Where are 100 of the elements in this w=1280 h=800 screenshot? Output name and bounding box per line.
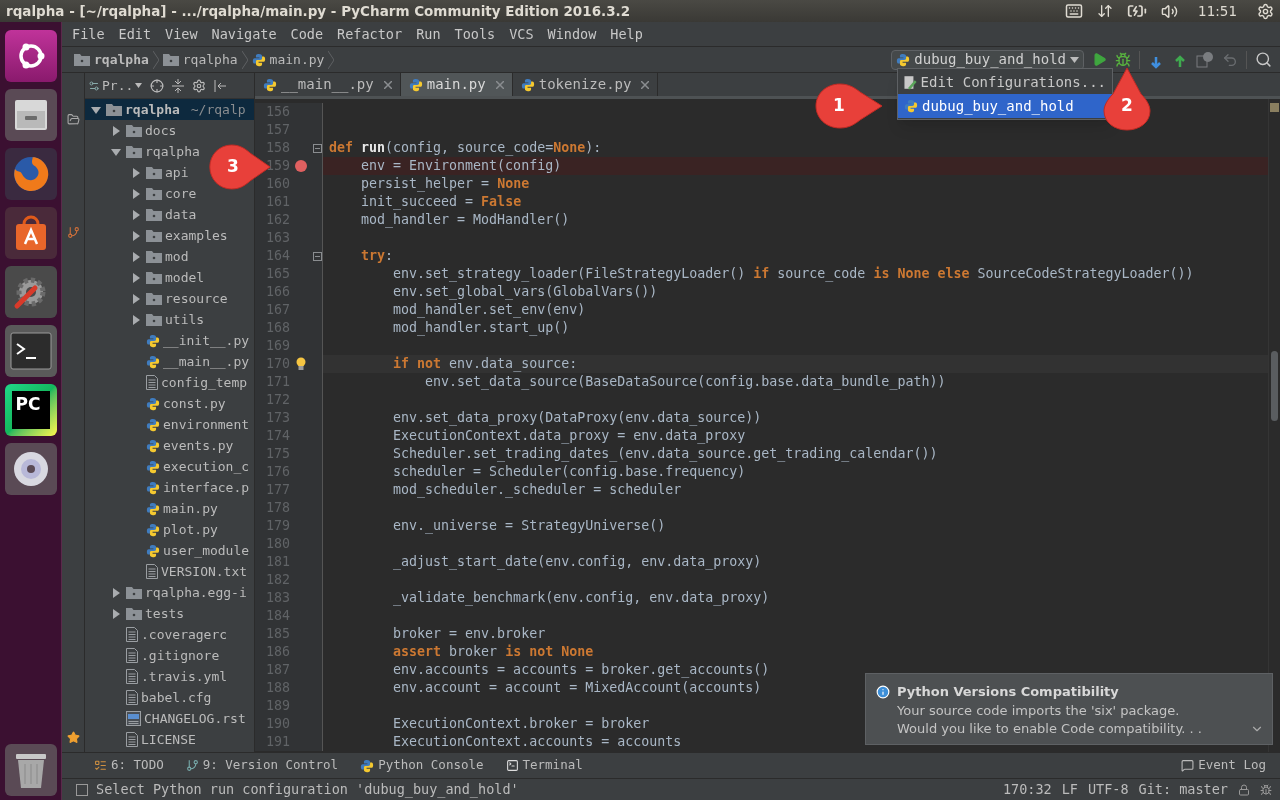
breadcrumb[interactable]: main.py <box>251 49 329 70</box>
expanded-arrow-icon[interactable] <box>91 104 101 115</box>
breadcrumb[interactable]: rqalpha <box>74 49 153 70</box>
editor-tab[interactable]: tokenize.py <box>512 73 659 96</box>
caret-position[interactable]: 170:32 <box>1002 779 1052 800</box>
tree-item[interactable]: tests <box>85 603 254 624</box>
menu-item[interactable]: Navigate <box>211 23 277 45</box>
breadcrumb[interactable]: rqalpha <box>162 49 242 70</box>
collapsed-arrow-icon[interactable] <box>131 293 141 304</box>
tree-item[interactable]: events.py <box>85 435 254 456</box>
tree-item[interactable]: execution_c <box>85 456 254 477</box>
tree-item[interactable]: examples <box>85 225 254 246</box>
app-tile[interactable]: PC <box>4 384 57 436</box>
tree-item[interactable]: CHANGELOG.rst <box>85 708 254 729</box>
tree-item[interactable]: docs <box>85 120 254 141</box>
drawer-icon[interactable] <box>4 89 57 141</box>
tree-item[interactable]: core <box>85 183 254 204</box>
tree-item[interactable]: babel.cfg <box>85 687 254 708</box>
run-icon[interactable] <box>1092 52 1107 67</box>
tree-item[interactable]: plot.py <box>85 519 254 540</box>
search-icon[interactable] <box>1255 51 1272 68</box>
tool-window-button[interactable]: 9: Version Control <box>185 756 339 775</box>
line-separator[interactable]: LF <box>1061 779 1078 800</box>
tool-window-button[interactable]: 6: TODO <box>94 756 164 775</box>
tree-item[interactable]: interface.p <box>85 477 254 498</box>
collapsed-arrow-icon[interactable] <box>131 209 141 220</box>
folder-icon[interactable] <box>66 113 80 126</box>
keyboard-icon[interactable] <box>1065 2 1084 20</box>
tree-item[interactable]: rqalpha ~/rqalp <box>85 99 254 120</box>
editor-tab[interactable]: main.py <box>400 73 513 96</box>
menu-item[interactable]: Code <box>290 23 324 45</box>
editor-tab[interactable]: __main__.py <box>255 73 401 96</box>
tree-item[interactable]: environment <box>85 414 254 435</box>
menu-item[interactable]: Help <box>610 23 643 45</box>
event-log-button[interactable]: Event Log <box>1181 756 1266 775</box>
collapsed-arrow-icon[interactable] <box>131 167 141 178</box>
close-icon[interactable] <box>641 80 650 89</box>
collapse-icon[interactable] <box>172 78 185 93</box>
lightbulb-icon[interactable] <box>296 357 306 371</box>
tree-item[interactable]: .gitignore <box>85 645 254 666</box>
menu-item[interactable]: File <box>72 23 105 45</box>
tree-item[interactable]: mod <box>85 246 254 267</box>
collapsed-arrow-icon[interactable] <box>131 272 141 283</box>
tool-window-button[interactable]: Terminal <box>505 756 583 775</box>
tree-item[interactable]: const.py <box>85 393 254 414</box>
expanded-arrow-icon[interactable] <box>111 146 121 157</box>
menu-item[interactable]: Tools <box>454 23 496 45</box>
tree-item[interactable]: data <box>85 204 254 225</box>
collapsed-arrow-icon[interactable] <box>131 314 141 325</box>
terminal-icon[interactable] <box>4 325 57 377</box>
collapsed-arrow-icon[interactable] <box>111 587 121 598</box>
collapsed-arrow-icon[interactable] <box>131 188 141 199</box>
collapsed-arrow-icon[interactable] <box>131 230 141 241</box>
menu-item[interactable]: Edit <box>118 23 152 45</box>
circle-logo-icon[interactable] <box>4 30 57 82</box>
trash-icon[interactable] <box>4 744 57 796</box>
tree-item[interactable]: VERSION.txt <box>85 561 254 582</box>
tree-item[interactable]: config_temp <box>85 372 254 393</box>
tree-item[interactable]: utils <box>85 309 254 330</box>
tool-window-button[interactable]: Python Console <box>360 756 484 775</box>
tree-item[interactable]: user_module <box>85 540 254 561</box>
menu-item[interactable]: dubug_buy_and_hold <box>898 94 1112 118</box>
breakpoint-icon[interactable] <box>295 160 307 172</box>
locate-icon[interactable] <box>150 78 165 93</box>
collapsed-arrow-icon[interactable] <box>131 251 141 262</box>
power-gear-icon[interactable] <box>1257 2 1274 20</box>
menu-item[interactable]: Refactor <box>337 23 403 45</box>
globe-icon[interactable] <box>4 148 57 200</box>
tree-item[interactable]: .coveragerc <box>85 624 254 645</box>
tree-item[interactable]: main.py <box>85 498 254 519</box>
network-arrows-icon[interactable] <box>1097 3 1114 19</box>
menu-item[interactable]: VCS <box>509 23 534 45</box>
close-icon[interactable] <box>383 80 392 89</box>
menu-item[interactable]: View <box>165 23 198 45</box>
fold-marker-icon[interactable] <box>312 143 322 153</box>
star-icon[interactable] <box>66 731 80 744</box>
clock[interactable]: 11:51 <box>1198 0 1237 22</box>
file-encoding[interactable]: UTF-8 <box>1087 779 1129 800</box>
tree-item[interactable]: resource <box>85 288 254 309</box>
shopping-bag-icon[interactable] <box>4 207 57 259</box>
run-configuration-dropdown[interactable]: dubug_buy_and_hold <box>891 49 1084 70</box>
scrollbar-thumb[interactable] <box>1271 351 1278 421</box>
settings-icon[interactable] <box>192 78 207 93</box>
tree-item[interactable]: .travis.yml <box>85 666 254 687</box>
tool-windows-toggle-icon[interactable] <box>76 783 88 796</box>
tree-item[interactable]: __main__.py <box>85 351 254 372</box>
tree-item[interactable]: rqalpha.egg-i <box>85 582 254 603</box>
collapsed-arrow-icon[interactable] <box>111 608 121 619</box>
menu-item[interactable]: Run <box>416 23 441 45</box>
volume-icon[interactable] <box>1161 2 1179 20</box>
bug-icon[interactable] <box>1115 51 1131 68</box>
lock-icon[interactable] <box>1238 783 1250 796</box>
tree-item[interactable]: LICENSE <box>85 729 254 750</box>
fold-marker-icon[interactable] <box>312 251 322 261</box>
project-view-dropdown[interactable]: Pr.. <box>88 75 143 96</box>
tree-item[interactable]: __init__.py <box>85 330 254 351</box>
collapsed-arrow-icon[interactable] <box>111 125 121 136</box>
history-icon[interactable] <box>1196 50 1214 69</box>
menu-item[interactable]: Window <box>547 23 597 45</box>
git-branch[interactable]: Git: master <box>1138 779 1228 800</box>
